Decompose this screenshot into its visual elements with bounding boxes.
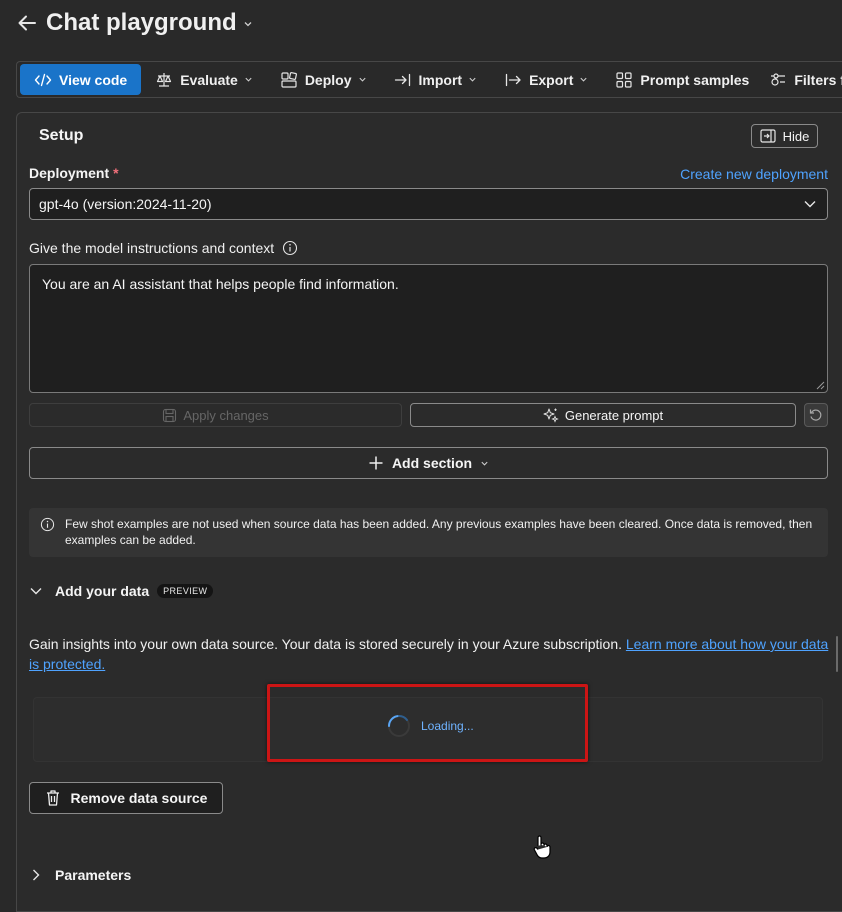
- chevron-down-icon: [468, 75, 484, 84]
- undo-icon: [808, 407, 824, 423]
- deploy-label: Deploy: [304, 71, 352, 88]
- export-label: Export: [529, 71, 574, 88]
- chevron-down-icon: [803, 197, 817, 211]
- plus-icon: [368, 455, 384, 471]
- hide-button[interactable]: Hide: [751, 124, 818, 148]
- deployment-label: Deployment *: [29, 165, 119, 181]
- filters-button[interactable]: Filters fee: [759, 65, 842, 95]
- prompt-samples-button[interactable]: Prompt samples: [605, 65, 759, 95]
- chevron-down-icon: [579, 75, 595, 84]
- sparkle-icon: [543, 407, 559, 423]
- hide-panel-icon: [760, 129, 776, 143]
- chevron-right-icon: [29, 868, 43, 882]
- grid-icon: [615, 71, 640, 89]
- scrollbar-thumb[interactable]: [836, 636, 838, 672]
- import-icon: [394, 72, 419, 88]
- chevron-down-icon: [358, 75, 374, 84]
- instructions-textarea[interactable]: You are an AI assistant that helps peopl…: [29, 264, 828, 393]
- toolbar: View code Evaluate Deploy Import Export …: [16, 61, 842, 98]
- parameters-title: Parameters: [55, 867, 132, 883]
- filter-settings-icon: [769, 71, 794, 89]
- generate-prompt-label: Generate prompt: [564, 407, 664, 423]
- chevron-down-icon: [29, 584, 43, 598]
- remove-data-source-button[interactable]: Remove data source: [29, 782, 223, 814]
- evaluate-button[interactable]: Evaluate: [145, 65, 270, 95]
- add-data-title: Add your data: [55, 583, 150, 599]
- prompt-samples-label: Prompt samples: [640, 71, 750, 88]
- export-button[interactable]: Export: [494, 65, 605, 95]
- deploy-icon: [280, 71, 305, 89]
- view-code-label: View code: [59, 71, 128, 88]
- instructions-label-text: Give the model instructions and context: [29, 240, 275, 256]
- setup-title: Setup: [39, 127, 84, 144]
- page-title: Chat playground: [46, 9, 237, 36]
- reset-button[interactable]: [804, 403, 828, 427]
- import-button[interactable]: Import: [384, 65, 495, 95]
- export-icon: [504, 72, 529, 88]
- deployment-select[interactable]: gpt-4o (version:2024-11-20): [29, 188, 828, 220]
- instructions-label: Give the model instructions and context: [29, 240, 298, 256]
- add-section-label: Add section: [391, 455, 473, 471]
- back-arrow-icon[interactable]: [16, 12, 38, 34]
- instructions-value: You are an AI assistant that helps peopl…: [42, 276, 399, 292]
- hide-label: Hide: [782, 128, 810, 144]
- chevron-down-icon: [480, 459, 489, 468]
- chevron-down-icon: [244, 75, 260, 84]
- deploy-button[interactable]: Deploy: [270, 65, 384, 95]
- info-icon[interactable]: [282, 240, 298, 256]
- parameters-header[interactable]: Parameters: [29, 867, 131, 883]
- view-code-button[interactable]: View code: [20, 64, 142, 95]
- evaluate-label: Evaluate: [180, 71, 238, 88]
- save-icon: [162, 408, 177, 423]
- chevron-down-icon[interactable]: [243, 19, 253, 29]
- preview-badge: PREVIEW: [157, 584, 214, 598]
- code-icon: [34, 72, 59, 88]
- deployment-label-text: Deployment: [29, 165, 110, 181]
- hand-cursor-icon: [533, 834, 551, 860]
- import-label: Import: [418, 71, 463, 88]
- add-data-header[interactable]: Add your data PREVIEW: [29, 583, 214, 599]
- scale-icon: [155, 71, 180, 89]
- apply-changes-label: Apply changes: [183, 407, 269, 423]
- generate-prompt-button[interactable]: Generate prompt: [410, 403, 796, 427]
- filters-label: Filters fee: [794, 71, 842, 88]
- page-header: Chat playground: [16, 6, 253, 40]
- info-icon: [40, 517, 55, 532]
- required-marker: *: [113, 165, 119, 181]
- data-insight-description: Gain insights into your own data source.…: [29, 636, 626, 652]
- highlight-box: [267, 684, 588, 762]
- info-message-bar: Few shot examples are not used when sour…: [29, 508, 828, 557]
- create-deployment-link[interactable]: Create new deployment: [680, 166, 828, 182]
- add-section-button[interactable]: Add section: [29, 447, 828, 479]
- deployment-value: gpt-4o (version:2024-11-20): [39, 196, 212, 212]
- data-insight-text: Gain insights into your own data source.…: [29, 634, 829, 674]
- remove-data-source-label: Remove data source: [70, 790, 208, 806]
- resize-handle-icon[interactable]: [816, 381, 825, 390]
- trash-icon: [45, 789, 61, 807]
- info-message-text: Few shot examples are not used when sour…: [65, 517, 813, 547]
- apply-changes-button[interactable]: Apply changes: [29, 403, 402, 427]
